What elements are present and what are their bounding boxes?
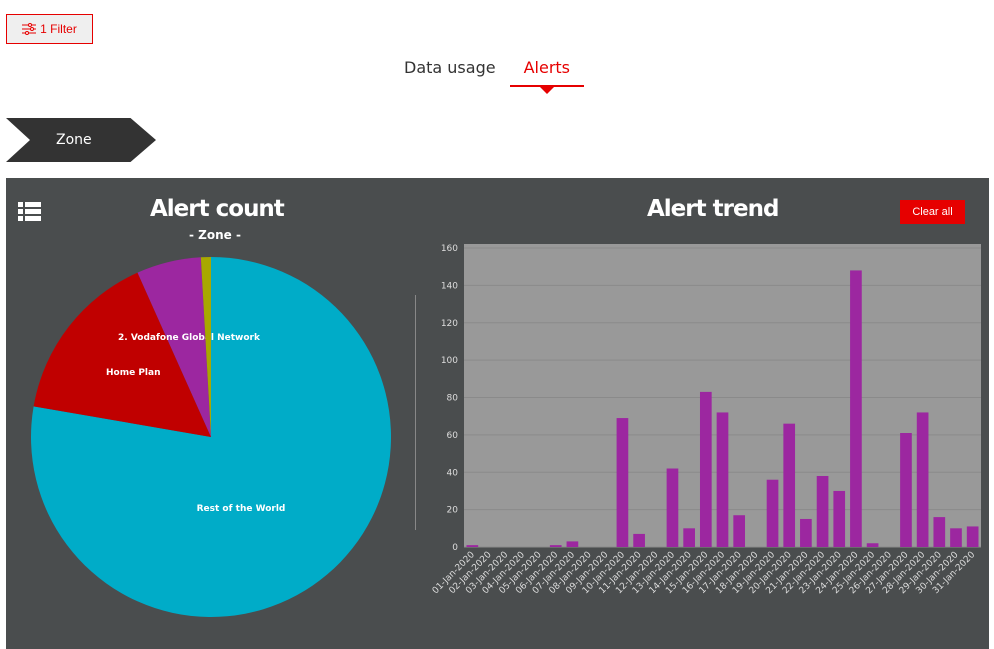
bar[interactable] bbox=[783, 423, 796, 547]
bar[interactable] bbox=[833, 490, 846, 547]
filter-button[interactable]: 1 Filter bbox=[6, 14, 93, 44]
y-tick-label: 40 bbox=[447, 468, 459, 478]
bar[interactable] bbox=[950, 528, 962, 547]
bar[interactable] bbox=[966, 526, 979, 547]
y-tick-label: 20 bbox=[447, 506, 459, 516]
bar[interactable] bbox=[900, 433, 912, 547]
pie-slice-label: Rest of the World bbox=[197, 504, 286, 514]
y-tick-label: 80 bbox=[447, 394, 459, 404]
bar[interactable] bbox=[766, 479, 779, 547]
bar[interactable] bbox=[683, 528, 695, 547]
bar[interactable] bbox=[466, 545, 479, 547]
y-tick-label: 160 bbox=[441, 244, 458, 254]
bar[interactable] bbox=[800, 518, 812, 547]
pie-slice-label: 2. Vodafone Global Network bbox=[118, 333, 261, 343]
y-tick-label: 100 bbox=[441, 356, 458, 366]
bar[interactable] bbox=[850, 270, 862, 547]
y-tick-label: 120 bbox=[441, 319, 458, 329]
pie-slice-label: Home Plan bbox=[106, 368, 161, 378]
tab-data-usage[interactable]: Data usage bbox=[390, 56, 510, 87]
sliders-icon bbox=[22, 23, 37, 35]
bar[interactable] bbox=[916, 412, 929, 547]
breadcrumb-zone[interactable]: Zone bbox=[6, 118, 156, 162]
tab-alerts[interactable]: Alerts bbox=[509, 56, 584, 94]
bar[interactable] bbox=[816, 475, 829, 547]
bar[interactable] bbox=[716, 412, 729, 547]
bar-chart: 02040608010012014016001-Jan-202002-Jan-2… bbox=[431, 244, 981, 596]
pie-chart: Rest of the World Home Plan 2. Vodafone Gl… bbox=[31, 257, 392, 617]
bar[interactable] bbox=[699, 391, 712, 547]
bar[interactable] bbox=[633, 533, 645, 547]
bar[interactable] bbox=[933, 517, 946, 547]
bar[interactable] bbox=[549, 545, 562, 547]
chart-panel: Alert count - Zone - Alert trend Clear a… bbox=[6, 178, 989, 649]
bar[interactable] bbox=[616, 418, 629, 547]
bar[interactable] bbox=[666, 468, 679, 547]
filter-label: 1 Filter bbox=[40, 22, 77, 36]
y-tick-label: 60 bbox=[447, 431, 459, 441]
y-tick-label: 140 bbox=[441, 281, 458, 291]
bar[interactable] bbox=[733, 515, 746, 547]
y-tick-label: 0 bbox=[452, 543, 458, 553]
bar[interactable] bbox=[566, 541, 579, 547]
tab-bar: Data usage Alerts bbox=[390, 56, 584, 94]
bar[interactable] bbox=[866, 543, 879, 547]
